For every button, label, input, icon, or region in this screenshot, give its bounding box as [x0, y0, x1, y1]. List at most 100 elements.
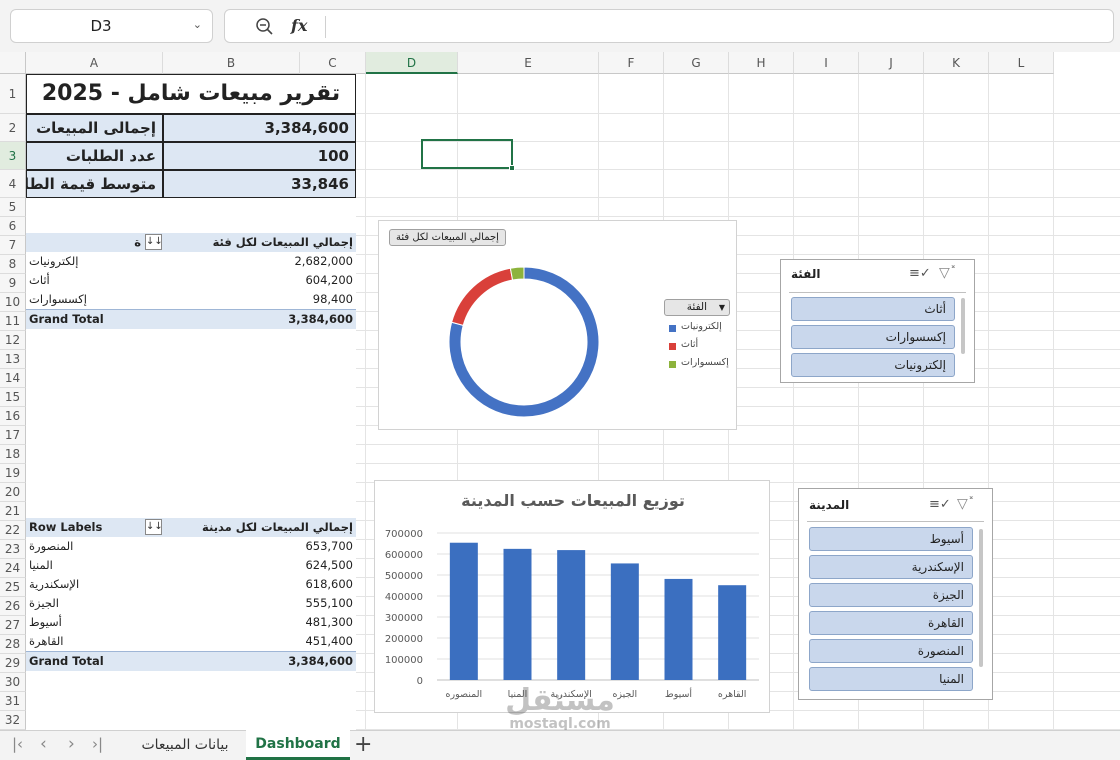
bar-4[interactable]: [610, 563, 639, 680]
sheet-tab-sales-data[interactable]: بيانات المبيعات: [126, 731, 244, 760]
column-header-h[interactable]: H: [729, 52, 794, 74]
fx-icon[interactable]: fx: [291, 16, 307, 35]
donut-field-button[interactable]: إجمالي المبيعات لكل فئة: [389, 229, 506, 246]
row-header-24[interactable]: 24: [0, 559, 26, 578]
slicer-city-scrollbar[interactable]: [979, 529, 983, 667]
row-header-7[interactable]: 7: [0, 236, 26, 255]
row-header-9[interactable]: 9: [0, 274, 26, 293]
prev-sheet-icon[interactable]: ‹: [40, 734, 47, 754]
bar-1[interactable]: [449, 542, 478, 680]
row-header-27[interactable]: 27: [0, 616, 26, 635]
slicer-city-item[interactable]: المنيا: [809, 667, 973, 691]
slicer-city-item[interactable]: أسيوط: [809, 527, 973, 551]
gridline: [356, 113, 1120, 114]
column-header-b[interactable]: B: [163, 52, 300, 74]
slicer-city[interactable]: المدينة ≡✓ ▽˟ أسيوط الإسكندرية الجيزة القاه…: [798, 488, 993, 700]
row-header-19[interactable]: 19: [0, 464, 26, 483]
slicer-category-item[interactable]: إلكترونيات: [791, 353, 955, 377]
select-all-corner[interactable]: [0, 52, 26, 74]
row-header-16[interactable]: 16: [0, 407, 26, 426]
pivot-city-filter-button[interactable]: ↓↓: [145, 519, 163, 535]
zoom-formula-icon[interactable]: [255, 17, 275, 37]
slicer-city-item[interactable]: المنصورة: [809, 639, 973, 663]
row-header-20[interactable]: 20: [0, 483, 26, 502]
row-header-2[interactable]: 2: [0, 114, 26, 142]
column-header-d[interactable]: D: [366, 52, 458, 74]
donut-slice-3[interactable]: [509, 266, 525, 281]
slicer-category-item[interactable]: إكسسوارات: [791, 325, 955, 349]
row-header-32[interactable]: 32: [0, 711, 26, 730]
add-sheet-icon[interactable]: +: [354, 732, 372, 757]
column-header-g[interactable]: G: [664, 52, 729, 74]
row-header-31[interactable]: 31: [0, 692, 26, 711]
slicer-category-scrollbar[interactable]: [961, 298, 965, 354]
row-header-23[interactable]: 23: [0, 540, 26, 559]
row-header-29[interactable]: 29: [0, 654, 26, 673]
row-header-22[interactable]: 22: [0, 521, 26, 540]
first-sheet-icon[interactable]: |‹: [12, 735, 23, 753]
column-header-j[interactable]: J: [859, 52, 924, 74]
row-header-18[interactable]: 18: [0, 445, 26, 464]
row-header-6[interactable]: 6: [0, 217, 26, 236]
row-header-13[interactable]: 13: [0, 350, 26, 369]
donut-chart[interactable]: إجمالي المبيعات لكل فئة الفئة ▼ إلكتروني…: [378, 220, 737, 430]
row-header-10[interactable]: 10: [0, 293, 26, 312]
row-header-21[interactable]: 21: [0, 502, 26, 521]
slicer-city-item[interactable]: القاهرة: [809, 611, 973, 635]
sheet-tab-dashboard[interactable]: Dashboard: [246, 730, 350, 760]
multi-select-icon[interactable]: ≡✓: [929, 497, 951, 512]
active-cell-d3[interactable]: [421, 139, 513, 169]
pivot-category-filter-button[interactable]: ↓↓: [145, 234, 163, 250]
row-header-15[interactable]: 15: [0, 388, 26, 407]
bar-5[interactable]: [664, 578, 693, 680]
column-header-c[interactable]: C: [300, 52, 366, 74]
slicer-city-item[interactable]: الإسكندرية: [809, 555, 973, 579]
row-header-17[interactable]: 17: [0, 426, 26, 445]
legend-label: أثاث: [681, 339, 699, 350]
chevron-down-icon[interactable]: ⌄: [193, 18, 202, 31]
last-sheet-icon[interactable]: ›|: [92, 735, 103, 753]
sheet-tab-sales-data-label: بيانات المبيعات: [141, 737, 229, 753]
bar-3[interactable]: [557, 550, 586, 680]
column-header-e[interactable]: E: [458, 52, 599, 74]
pivot-category-total-value: 3,384,600: [163, 309, 356, 329]
legend-swatch: [669, 325, 676, 332]
donut-legend-button[interactable]: الفئة ▼: [664, 299, 730, 316]
row-header-30[interactable]: 30: [0, 673, 26, 692]
row-header-1[interactable]: 1: [0, 74, 26, 114]
clear-filter-icon[interactable]: ▽˟: [939, 265, 957, 281]
fill-handle[interactable]: [509, 165, 515, 171]
row-header-26[interactable]: 26: [0, 597, 26, 616]
clear-filter-icon[interactable]: ▽˟: [957, 496, 975, 512]
row-header-28[interactable]: 28: [0, 635, 26, 654]
row-header-8[interactable]: 8: [0, 255, 26, 274]
column-header-l[interactable]: L: [989, 52, 1054, 74]
bar-chart[interactable]: توزيع المبيعات حسب المدينة 0 100000 200000…: [374, 480, 770, 713]
next-sheet-icon[interactable]: ›: [68, 734, 75, 754]
column-header-f[interactable]: F: [599, 52, 664, 74]
gridline: [793, 74, 794, 730]
slicer-category-item[interactable]: أثاث: [791, 297, 955, 321]
formula-input[interactable]: fx: [224, 9, 1114, 43]
row-header-3[interactable]: 3: [0, 142, 26, 170]
bar-6[interactable]: [718, 585, 747, 680]
pivot-city-total-value: 3,384,600: [163, 651, 356, 671]
donut-slice-2[interactable]: [451, 267, 514, 327]
bar-2[interactable]: [503, 548, 532, 680]
row-header-25[interactable]: 25: [0, 578, 26, 597]
gridline: [356, 169, 1120, 170]
slicer-city-item[interactable]: الجيزة: [809, 583, 973, 607]
row-header-11[interactable]: 11: [0, 312, 26, 331]
row-header-4[interactable]: 4: [0, 170, 26, 198]
slicer-category[interactable]: الفئة ≡✓ ▽˟ أثاث إكسسوارات إلكترونيات: [780, 259, 975, 383]
spreadsheet-grid[interactable]: ABCDEFGHIJKL 1 2 3 4 5 6 7 8 9 10 11 12 13 14 15 16 17 18…: [0, 52, 1120, 730]
column-header-i[interactable]: I: [794, 52, 859, 74]
pivot-city-row-value: 624,500: [305, 558, 353, 572]
column-header-k[interactable]: K: [924, 52, 989, 74]
row-header-12[interactable]: 12: [0, 331, 26, 350]
column-header-a[interactable]: A: [26, 52, 163, 74]
row-header-5[interactable]: 5: [0, 198, 26, 217]
row-header-14[interactable]: 14: [0, 369, 26, 388]
name-box[interactable]: D3 ⌄: [10, 9, 213, 43]
multi-select-icon[interactable]: ≡✓: [909, 266, 931, 281]
